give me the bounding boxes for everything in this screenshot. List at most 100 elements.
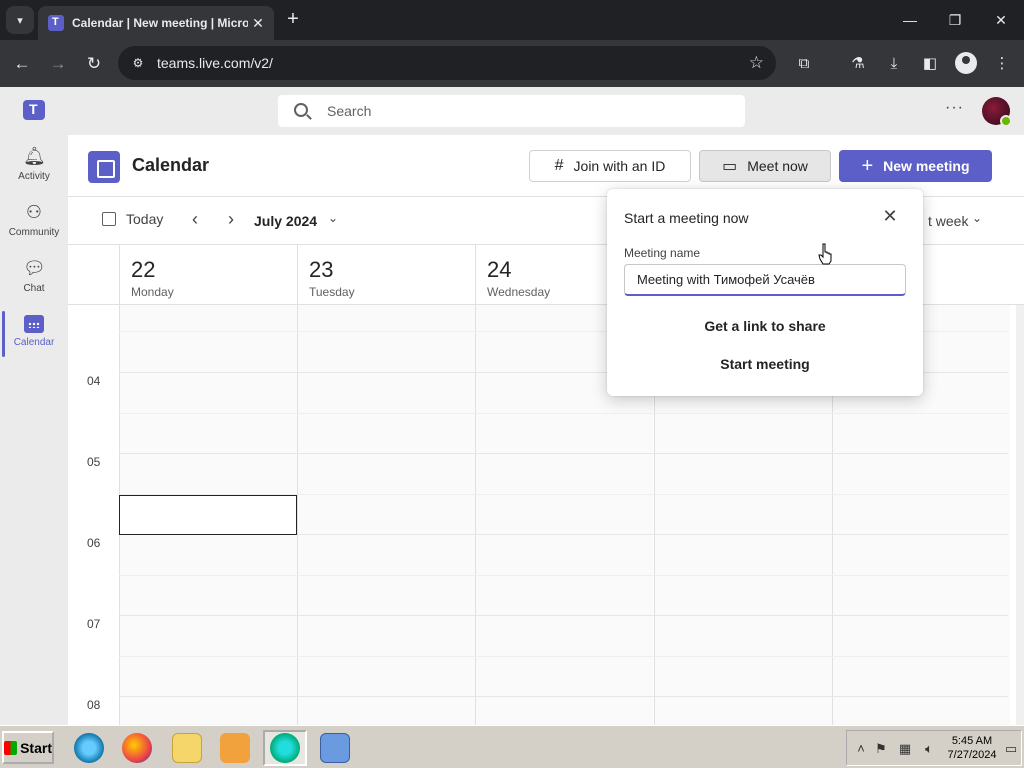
hash-icon: # (554, 157, 564, 174)
firefox-app[interactable] (115, 730, 159, 766)
search-input[interactable]: Search (278, 95, 745, 127)
view-selector[interactable]: t week (928, 213, 968, 229)
day-name: Monday (131, 285, 174, 299)
browser-tab-bar: ▾ Calendar | New meeting | Microsoft Tea… (0, 0, 1024, 40)
more-options-icon[interactable]: ··· (945, 99, 964, 117)
meeting-name-field[interactable] (624, 264, 906, 296)
today-button[interactable]: Today (102, 211, 163, 227)
rail-label: Community (8, 227, 60, 238)
day-name: Tuesday (309, 285, 355, 299)
day-number: 24 (487, 257, 512, 282)
chrome-app[interactable] (263, 730, 307, 766)
control-panel-app[interactable] (313, 730, 357, 766)
window-close-button[interactable]: ✕ (986, 8, 1016, 32)
site-info-icon[interactable]: ⚙ (130, 55, 146, 71)
hour-label: 06 (87, 536, 101, 550)
clock[interactable]: 5:45 AM 7/27/2024 (947, 734, 997, 762)
side-panel-icon[interactable]: ◧ (919, 53, 941, 75)
tab-close-icon[interactable]: ✕ (248, 15, 268, 32)
hour-label: 05 (87, 455, 101, 469)
tab-list-button[interactable]: ▾ (6, 6, 34, 34)
file-explorer-app[interactable] (165, 730, 209, 766)
rail-item-calendar[interactable]: Calendar (0, 309, 68, 361)
extensions-icon[interactable]: ⧉ (793, 53, 815, 75)
new-meeting-label: New meeting (883, 158, 970, 174)
firefox-icon (122, 733, 152, 763)
meet-now-button[interactable]: ▭ Meet now (699, 150, 831, 182)
hour-line (119, 696, 1008, 697)
month-label[interactable]: July 2024 (254, 213, 317, 229)
grid-scrollbar[interactable] (1016, 305, 1024, 725)
presence-available-icon (1000, 115, 1012, 127)
hour-label: 04 (87, 374, 101, 388)
day-header[interactable]: 23 Tuesday (297, 245, 475, 305)
teams-favicon-icon (48, 15, 64, 31)
selected-time-slot[interactable] (119, 495, 297, 535)
new-tab-button[interactable]: + (282, 8, 304, 32)
day-name: Wednesday (487, 285, 551, 299)
labs-flask-icon[interactable]: ⚗ (847, 53, 869, 75)
rail-label: Chat (23, 283, 45, 294)
rail-label: Activity (18, 171, 50, 182)
download-icon[interactable]: ⤓ (883, 53, 905, 75)
flag-icon[interactable]: ⚑ (873, 741, 889, 757)
day-header[interactable]: 22 Monday (119, 245, 297, 305)
calendar-app-icon (88, 151, 120, 183)
chrome-menu-icon[interactable]: ⋮ (991, 53, 1013, 75)
window-minimize-button[interactable]: — (895, 8, 925, 32)
forward-arrow-icon[interactable]: → (45, 51, 71, 77)
tab-title: Calendar | New meeting | Microsoft Teams (72, 16, 248, 30)
half-hour-line (119, 656, 1008, 657)
internet-explorer-app[interactable] (67, 730, 111, 766)
rail-item-community[interactable]: ⚇ Community (0, 197, 68, 249)
get-link-button[interactable]: Get a link to share (607, 318, 923, 334)
internet-explorer-icon (74, 733, 104, 763)
day-number: 22 (131, 257, 156, 282)
browser-toolbar: ← → ↻ ⚙ teams.live.com/v2/ ☆ ⧉ ⚗ ⤓ ◧ ⋮ (0, 40, 1024, 87)
profile-icon[interactable] (955, 52, 977, 74)
media-player-icon (220, 733, 250, 763)
popup-title: Start a meeting now (624, 210, 749, 226)
hour-label: 08 (87, 698, 101, 712)
calendar-icon (24, 315, 44, 333)
today-calendar-icon (102, 212, 116, 226)
half-hour-line (119, 575, 1008, 576)
back-arrow-icon[interactable]: ← (9, 51, 35, 77)
volume-icon[interactable]: 🔈︎ (921, 741, 937, 757)
os-taskbar: Start ˄ ⚑ ▦ 🔈︎ 5:45 AM 7/27/2024 ▭ (0, 725, 1024, 768)
teams-header: Search ··· (0, 87, 1024, 135)
previous-week-chevron-icon[interactable]: ‹ (192, 209, 198, 230)
browser-tab-active[interactable]: Calendar | New meeting | Microsoft Teams… (38, 6, 274, 40)
user-avatar[interactable] (982, 97, 1012, 127)
show-desktop-icon[interactable]: ▭ (1003, 741, 1019, 757)
chrome-icon (270, 733, 300, 763)
app-rail: 🔔︎ Activity ⚇ Community 💬︎ Chat Calendar (0, 135, 68, 725)
reload-icon[interactable]: ↻ (81, 51, 107, 77)
start-meeting-button[interactable]: Start meeting (607, 356, 923, 372)
close-icon[interactable]: ✕ (880, 206, 900, 226)
media-player-app[interactable] (213, 730, 257, 766)
month-chevron-down-icon[interactable]: ⌄ (328, 211, 338, 225)
tray-expand-icon[interactable]: ˄ (853, 741, 869, 757)
start-button[interactable]: Start (2, 731, 54, 764)
search-icon (294, 103, 308, 117)
calendar-header: Calendar # Join with an ID ▭ Meet now + … (68, 135, 1024, 197)
bookmark-star-icon[interactable]: ☆ (749, 46, 764, 80)
network-icon[interactable]: ▦ (897, 741, 913, 757)
next-week-chevron-icon[interactable]: › (228, 209, 234, 230)
page-title: Calendar (132, 155, 210, 175)
plus-icon: + (861, 154, 874, 177)
address-bar[interactable]: ⚙ teams.live.com/v2/ ☆ (118, 46, 776, 80)
start-label: Start (20, 739, 52, 756)
rail-item-chat[interactable]: 💬︎ Chat (0, 253, 68, 305)
window-maximize-button[interactable]: ❐ (940, 8, 970, 32)
half-hour-line (119, 413, 1008, 414)
rail-item-activity[interactable]: 🔔︎ Activity (0, 141, 68, 193)
folder-icon (172, 733, 202, 763)
day-column[interactable] (297, 305, 475, 725)
join-with-id-button[interactable]: # Join with an ID (529, 150, 691, 182)
view-chevron-down-icon[interactable]: ⌄ (972, 211, 982, 225)
day-number: 23 (309, 257, 334, 282)
new-meeting-button[interactable]: + New meeting (839, 150, 992, 182)
meet-now-popup: Start a meeting now ✕ Meeting name Get a… (607, 189, 923, 396)
